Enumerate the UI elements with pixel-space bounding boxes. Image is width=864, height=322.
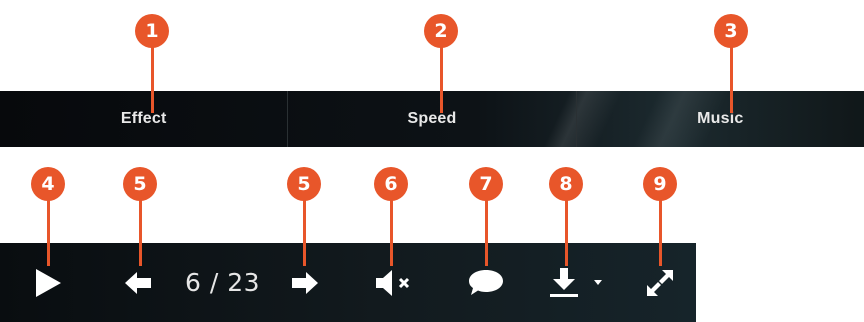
download-menu-button[interactable]	[588, 243, 608, 322]
callout-stem	[46, 200, 50, 266]
callout-badge-mute: 6	[374, 167, 408, 201]
callout-stem	[138, 200, 142, 266]
speech-bubble-icon	[469, 269, 503, 295]
player-control-bar: 6 / 23	[0, 243, 696, 322]
tab-speed-label: Speed	[407, 110, 457, 127]
callout-stem	[658, 200, 662, 266]
play-icon	[36, 268, 61, 297]
arrow-left-icon	[125, 271, 151, 294]
arrow-right-icon	[292, 271, 318, 294]
callout-badge-play: 4	[31, 167, 65, 201]
download-icon	[550, 267, 578, 297]
tab-effect[interactable]: Effect	[0, 91, 289, 147]
volume-muted-icon	[376, 269, 410, 296]
expand-icon	[647, 269, 673, 296]
callout-badge-next: 5	[287, 167, 321, 201]
callout-stem	[150, 47, 154, 113]
callout-stem	[484, 200, 488, 266]
tab-speed[interactable]: Speed	[288, 91, 577, 147]
page-counter: 6 / 23	[185, 268, 261, 297]
settings-tab-bar: Effect Speed Music	[0, 91, 864, 147]
callout-badge-speed: 2	[424, 14, 458, 48]
callout-badge-music: 3	[714, 14, 748, 48]
callout-badge-prev: 5	[123, 167, 157, 201]
callout-stem	[389, 200, 393, 266]
callout-badge-fullscreen: 9	[643, 167, 677, 201]
callout-stem	[302, 200, 306, 266]
callout-badge-download: 8	[549, 167, 583, 201]
caret-down-icon	[594, 279, 602, 285]
callout-badge-effect: 1	[135, 14, 169, 48]
tab-effect-label: Effect	[120, 110, 167, 127]
callout-stem	[564, 200, 568, 266]
callout-stem	[439, 47, 443, 113]
tab-music[interactable]: Music	[577, 91, 864, 147]
tab-music-label: Music	[697, 110, 744, 127]
callout-stem	[729, 47, 733, 113]
callout-badge-comment: 7	[469, 167, 503, 201]
mute-button[interactable]	[370, 243, 420, 322]
